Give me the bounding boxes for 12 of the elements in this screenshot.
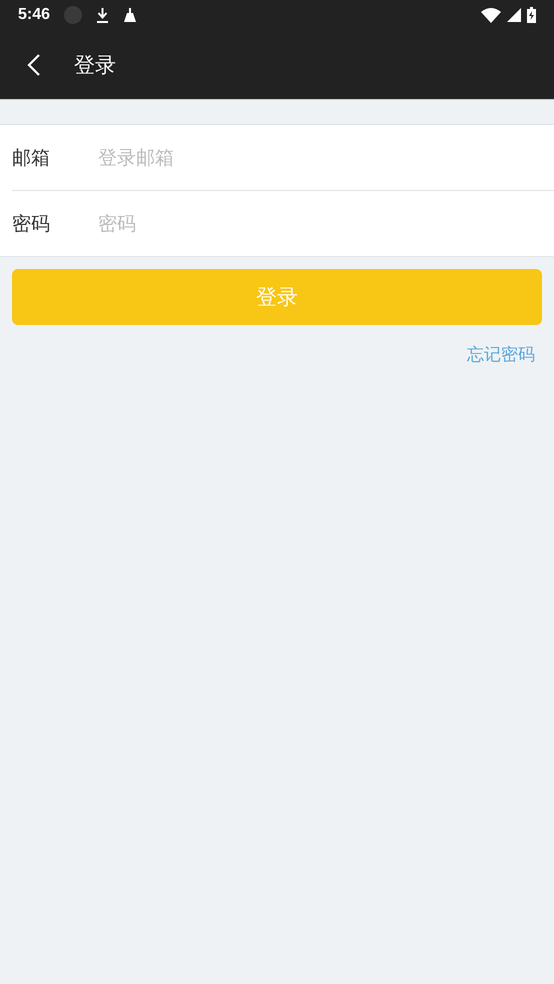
screen-title: 登录 [74, 52, 116, 78]
battery-icon [527, 7, 536, 23]
clock: 5:46 [18, 6, 50, 24]
download-icon [96, 8, 110, 22]
signal-icon [507, 8, 521, 22]
field-label: 邮箱 [12, 146, 51, 170]
login-button[interactable]: 登录 [12, 269, 542, 325]
forgot-password-link[interactable]: 忘记密码 [467, 343, 535, 366]
broom-icon [123, 8, 138, 22]
notification-dot-icon [64, 6, 82, 24]
field-label: 密码 [12, 212, 51, 236]
wifi-icon [481, 8, 501, 22]
